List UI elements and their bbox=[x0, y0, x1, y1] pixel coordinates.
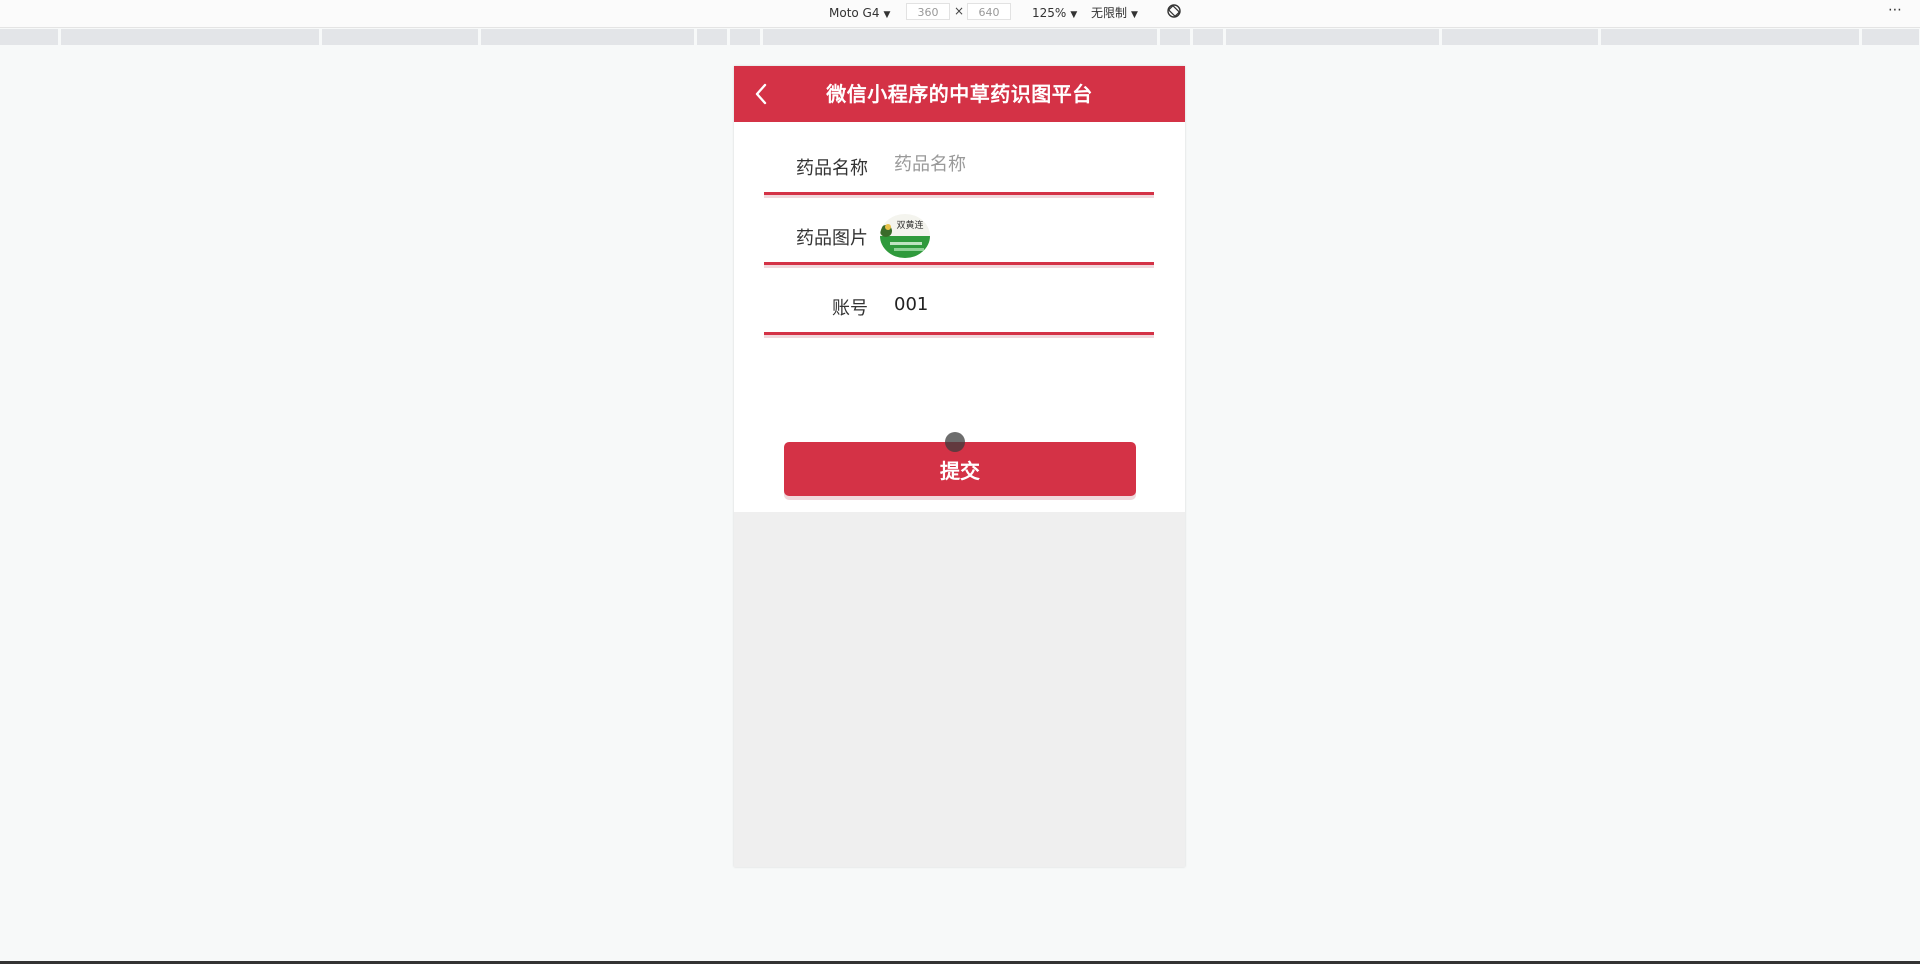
media-query-bar bbox=[0, 29, 1920, 45]
zoom-select[interactable]: 125% ▼ bbox=[1032, 4, 1077, 22]
account-value[interactable]: 001 bbox=[894, 294, 928, 315]
throttle-select[interactable]: 无限制 ▼ bbox=[1091, 4, 1138, 22]
dimension-separator: × bbox=[954, 4, 965, 18]
form-row-drug-image: 药品图片 双黄连 bbox=[764, 206, 1154, 265]
media-query-segment[interactable] bbox=[1160, 29, 1190, 45]
more-options-icon[interactable]: ⋯ bbox=[1888, 2, 1903, 18]
drug-image-label: 药品图片 bbox=[796, 228, 868, 249]
throttle-value: 无限制 bbox=[1091, 6, 1128, 20]
medicine-box-text: 双黄连 bbox=[896, 219, 923, 231]
account-label: 账号 bbox=[832, 298, 868, 319]
form-row-account: 账号 001 bbox=[764, 276, 1154, 335]
media-query-segment[interactable] bbox=[1226, 29, 1439, 45]
device-width-input[interactable]: 360 bbox=[906, 3, 950, 20]
media-query-segment[interactable] bbox=[1193, 29, 1223, 45]
media-query-segment[interactable] bbox=[763, 29, 1157, 45]
media-query-segment[interactable] bbox=[1601, 29, 1859, 45]
zoom-value: 125% bbox=[1032, 6, 1067, 20]
device-height-input[interactable]: 640 bbox=[967, 3, 1011, 20]
media-query-segment[interactable] bbox=[730, 29, 760, 45]
touch-cursor-indicator bbox=[945, 432, 965, 452]
device-toolbar: Moto G4 ▼ 360 × 640 125% ▼ 无限制 ▼ ⋯ bbox=[0, 0, 1920, 28]
drug-name-input[interactable] bbox=[894, 150, 1144, 178]
media-query-segment[interactable] bbox=[322, 29, 478, 45]
media-query-segment[interactable] bbox=[1442, 29, 1598, 45]
page-title: 微信小程序的中草药识图平台 bbox=[826, 82, 1093, 106]
caret-down-icon: ▼ bbox=[883, 10, 891, 20]
rotate-icon[interactable] bbox=[1166, 3, 1182, 19]
caret-down-icon: ▼ bbox=[1131, 10, 1138, 20]
device-name: Moto G4 bbox=[829, 6, 880, 20]
caret-down-icon: ▼ bbox=[1070, 10, 1078, 20]
drug-name-label: 药品名称 bbox=[796, 158, 868, 179]
form-row-drug-name: 药品名称 bbox=[764, 136, 1154, 195]
nav-bar: 微信小程序的中草药识图平台 bbox=[734, 66, 1185, 122]
media-query-segment[interactable] bbox=[61, 29, 319, 45]
media-query-segment[interactable] bbox=[481, 29, 694, 45]
media-query-segment[interactable] bbox=[0, 29, 58, 45]
media-query-segment[interactable] bbox=[1862, 29, 1919, 45]
medicine-box-image: 双黄连 bbox=[880, 214, 930, 258]
drug-image-thumbnail[interactable]: 双黄连 bbox=[880, 214, 930, 258]
phone-viewport: 微信小程序的中草药识图平台 药品名称 药品图片 双黄连 账号 bbox=[734, 66, 1185, 867]
media-query-segment[interactable] bbox=[697, 29, 727, 45]
device-select[interactable]: Moto G4 ▼ bbox=[829, 4, 890, 22]
form-container: 药品名称 药品图片 双黄连 账号 001 提交 bbox=[734, 122, 1185, 512]
